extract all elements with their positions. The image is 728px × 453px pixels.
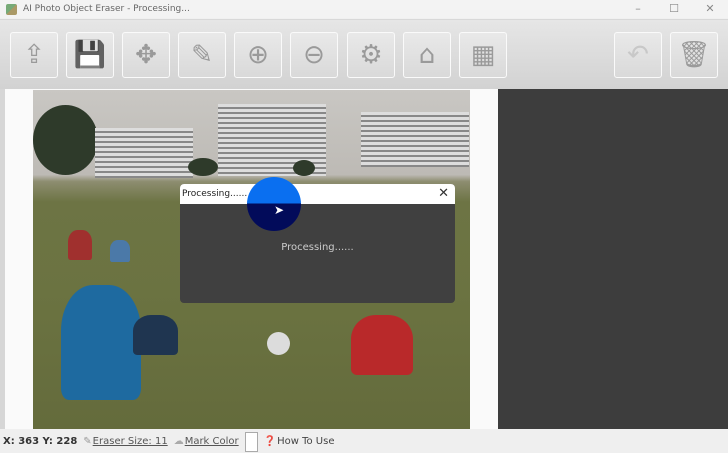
eraser-size-link[interactable]: Eraser Size: 11: [93, 436, 168, 447]
app-icon: [6, 3, 17, 15]
window-title: AI Photo Object Eraser - Processing...: [23, 4, 190, 14]
title-bar: AI Photo Object Eraser - Processing... –…: [0, 0, 728, 18]
batch-icon: ▦: [470, 40, 496, 70]
zoom-out-button[interactable]: ⊖: [290, 32, 338, 78]
dialog-message: Processing......: [281, 242, 354, 253]
move-button[interactable]: ✥: [122, 32, 170, 78]
mark-color-swatch[interactable]: [244, 431, 258, 452]
how-to-use-link[interactable]: How To Use: [277, 436, 334, 447]
undo-icon: ↶: [627, 40, 649, 70]
gear-icon: ⚙: [359, 40, 383, 70]
maximize-button[interactable]: ☐: [656, 0, 692, 18]
trash-icon: 🗑: [677, 40, 711, 70]
status-bar: X: 363 Y: 228 ✎ Eraser Size: 11 ☁ Mark C…: [0, 430, 728, 453]
right-panel: [498, 89, 728, 429]
zoom-in-icon: ⊕: [247, 40, 269, 70]
save-icon: 💾: [73, 40, 107, 70]
zoom-out-icon: ⊖: [303, 40, 325, 70]
help-icon: ❓: [263, 436, 277, 447]
dialog-title: Processing......: [182, 189, 248, 199]
close-button[interactable]: ✕: [692, 0, 728, 18]
mouse-pointer-icon: ➤: [274, 203, 285, 217]
processing-dialog: Processing...... ✕ Processing......: [180, 184, 455, 303]
undo-button[interactable]: ↶: [614, 32, 662, 78]
save-button[interactable]: 💾: [66, 32, 114, 78]
palette-icon: ☁: [173, 436, 184, 447]
home-button[interactable]: ⌂: [403, 32, 451, 78]
pencil-icon: ✎: [83, 436, 92, 447]
home-icon: ⌂: [418, 40, 436, 70]
delete-button[interactable]: 🗑: [670, 32, 718, 78]
dialog-close-button[interactable]: ✕: [438, 186, 449, 201]
minimize-button[interactable]: –: [620, 0, 656, 18]
eraser-button[interactable]: ✎: [178, 32, 226, 78]
open-icon: ⇪: [23, 40, 45, 70]
coordinates-readout: X: 363 Y: 228: [3, 436, 78, 447]
eraser-icon: ✎: [191, 40, 213, 70]
mark-color-link[interactable]: Mark Color: [185, 436, 239, 447]
batch-button[interactable]: ▦: [459, 32, 507, 78]
open-button[interactable]: ⇪: [10, 32, 58, 78]
zoom-in-button[interactable]: ⊕: [234, 32, 282, 78]
toolbar: ⇪ 💾 ✥ ✎ ⊕ ⊖ ⚙ ⌂ ▦ ↶ 🗑: [0, 19, 728, 89]
dialog-title-bar: Processing...... ✕: [180, 184, 455, 204]
move-icon: ✥: [135, 40, 157, 70]
settings-button[interactable]: ⚙: [347, 32, 395, 78]
